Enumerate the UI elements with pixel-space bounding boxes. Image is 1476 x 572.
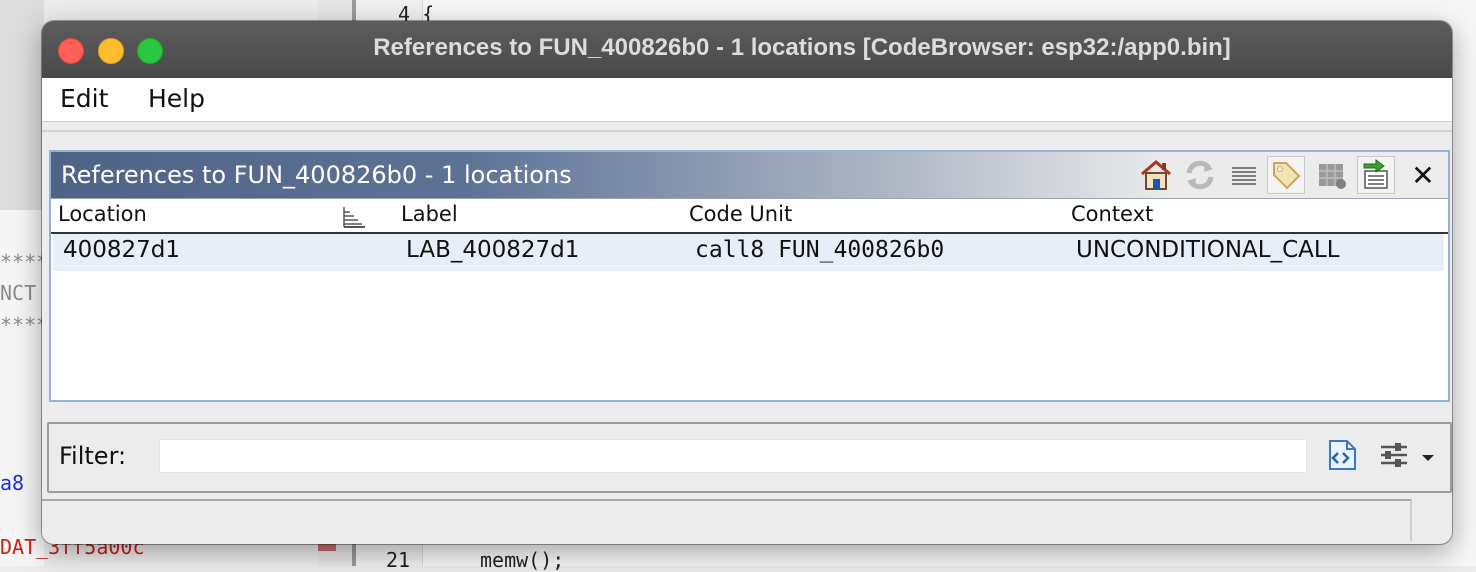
panel-title: References to FUN_400826b0 - 1 locations <box>61 161 572 189</box>
filter-label: Filter: <box>59 442 127 470</box>
references-window: References to FUN_400826b0 - 1 locations… <box>42 21 1452 544</box>
background-address-text: a8 <box>0 471 25 495</box>
panel-header: References to FUN_400826b0 - 1 locations <box>51 152 1448 199</box>
table-header: Location Label Code Unit Context <box>51 199 1448 234</box>
filter-input[interactable] <box>159 439 1307 473</box>
column-header-location[interactable]: Location <box>58 202 147 226</box>
close-icon[interactable]: ✕ <box>1404 156 1442 194</box>
table-icon[interactable] <box>1313 156 1351 194</box>
select-navigate-icon[interactable] <box>1357 156 1395 194</box>
cell-code-unit: call8 FUN_400826b0 <box>695 237 945 263</box>
window-title: References to FUN_400826b0 - 1 locations… <box>373 34 1231 61</box>
references-panel: References to FUN_400826b0 - 1 locations <box>49 150 1450 402</box>
panel-close-button[interactable]: ✕ <box>1411 159 1434 192</box>
menu-separator <box>42 130 1452 132</box>
window-close-button[interactable] <box>58 38 84 64</box>
table-row[interactable]: 400827d1 LAB_400827d1 call8 FUN_400826b0… <box>53 234 1444 271</box>
cell-label: LAB_400827d1 <box>406 237 580 263</box>
window-minimize-button[interactable] <box>98 38 124 64</box>
column-header-code-unit[interactable]: Code Unit <box>689 202 792 226</box>
background-function-banner: NCT <box>0 281 37 305</box>
chevron-down-icon[interactable] <box>1421 448 1435 467</box>
status-bar <box>42 499 1412 541</box>
background-line-number: 21 <box>386 548 411 572</box>
menu-help[interactable]: Help <box>148 84 205 113</box>
regex-filter-icon[interactable] <box>1325 438 1359 476</box>
background-asterisks: **** <box>0 250 49 274</box>
filter-bar: Filter: <box>47 422 1452 493</box>
background-code-line: memw(); <box>480 548 565 572</box>
background-left-shade <box>0 0 44 210</box>
filter-options-icon[interactable] <box>1379 440 1409 474</box>
cell-location: 400827d1 <box>63 237 181 263</box>
sort-icon[interactable] <box>341 204 367 234</box>
cell-context: UNCONDITIONAL_CALL <box>1076 237 1340 263</box>
column-header-context[interactable]: Context <box>1071 202 1153 226</box>
window-titlebar[interactable]: References to FUN_400826b0 - 1 locations… <box>42 21 1452 78</box>
window-maximize-button[interactable] <box>137 38 163 64</box>
background-asterisks: **** <box>0 313 49 337</box>
column-header-label[interactable]: Label <box>401 202 458 226</box>
menu-bar: Edit Help <box>42 78 1452 122</box>
menu-edit[interactable]: Edit <box>60 84 108 113</box>
refresh-icon[interactable] <box>1181 156 1219 194</box>
home-icon[interactable] <box>1137 156 1175 194</box>
list-icon[interactable] <box>1225 156 1263 194</box>
tag-icon[interactable] <box>1267 156 1305 194</box>
